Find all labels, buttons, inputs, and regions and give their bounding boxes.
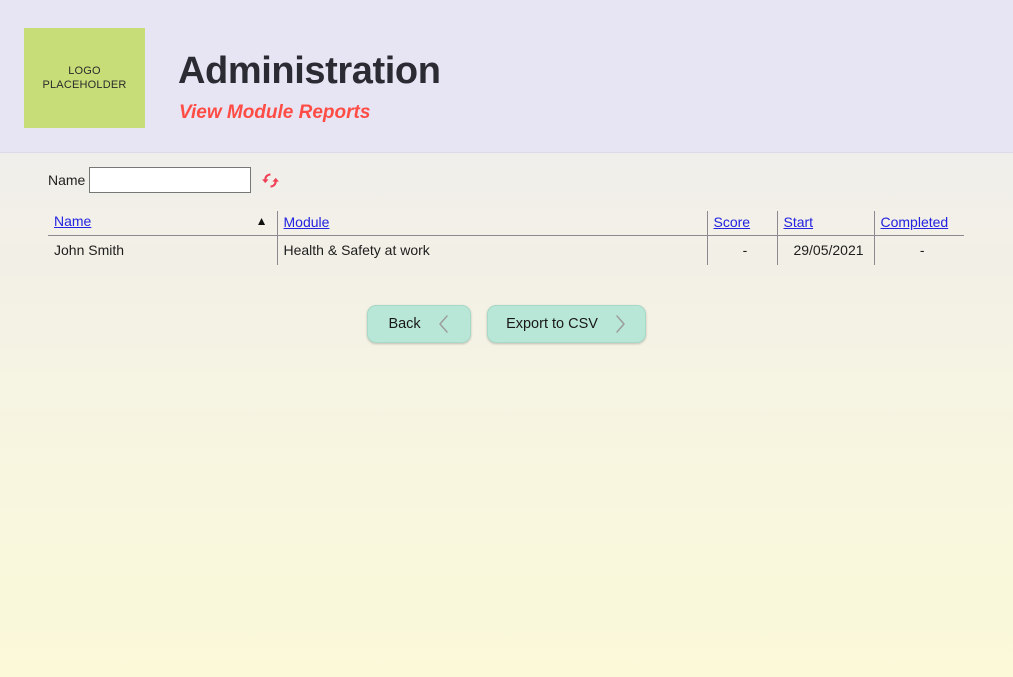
page-header: LOGO PLACEHOLDER Administration View Mod… [0,0,1013,153]
column-header-score-label[interactable]: Score [714,214,751,230]
back-button[interactable]: Back [367,305,472,343]
cell-name: John Smith [54,242,125,258]
sort-ascending-icon: ▲ [255,214,268,228]
cell-score: - [706,235,777,265]
page-title: Administration [178,50,441,92]
chevron-left-icon [437,314,450,334]
column-header-score[interactable]: Score [706,211,777,236]
cell-completed: - [873,235,964,265]
action-button-bar: Back Export to CSV [0,305,1013,343]
page-subtitle: View Module Reports [179,102,371,123]
cell-module: Health & Safety at work [276,235,707,265]
filter-bar: Name [48,167,280,193]
column-header-module-label[interactable]: Module [284,214,330,230]
cell-start: 29/05/2021 [776,235,874,265]
chevron-right-icon [614,314,627,334]
name-search-input[interactable] [89,167,252,193]
back-button-label: Back [388,316,421,332]
table-header-row: Name ▲ Module Score Start Completed [48,211,964,236]
column-header-module[interactable]: Module [276,211,707,236]
refresh-button[interactable] [260,169,280,191]
name-filter-label: Name [48,172,86,188]
refresh-icon [261,171,280,190]
logo-placeholder: LOGO PLACEHOLDER [24,28,145,128]
logo-placeholder-text: LOGO PLACEHOLDER [42,65,127,91]
column-header-name-label[interactable]: Name [54,213,91,229]
export-to-csv-button[interactable]: Export to CSV [487,305,646,343]
column-header-start-label[interactable]: Start [784,214,814,230]
column-header-completed[interactable]: Completed [873,211,964,236]
column-header-completed-label[interactable]: Completed [881,214,949,230]
module-reports-table: Name ▲ Module Score Start Completed John… [48,211,964,265]
export-button-label: Export to CSV [506,316,598,332]
column-header-name[interactable]: Name ▲ [48,211,277,236]
column-header-start[interactable]: Start [776,211,874,236]
table-row[interactable]: John Smith Health & Safety at work - 29/… [48,235,964,265]
